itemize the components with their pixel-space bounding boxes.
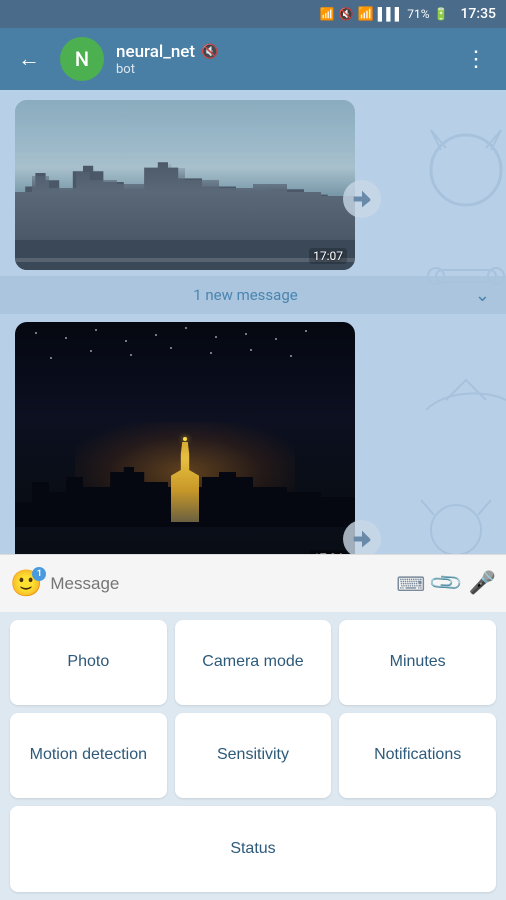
forward-button-2[interactable] [343,520,381,558]
contact-subtitle: bot [116,62,445,77]
motion-detection-button[interactable]: Motion detection [10,713,167,798]
status-icons: 📶 🔇 📶 ▌▌▌ 71% 🔋 [320,7,449,22]
contact-name: neural_net 🔇 [116,42,445,62]
attach-button[interactable]: 📎 [428,565,465,602]
status-button[interactable]: Status [10,806,496,892]
emoji-badge: 1 [32,567,46,581]
message-input-bar: 🙂 1 ⌨ 📎 🎤 [0,554,506,612]
mute-status-icon: 🔇 [339,7,354,21]
signal-icon: ▌▌▌ [378,7,404,21]
avatar: N [60,37,104,81]
new-message-text: 1 new message [193,286,298,304]
more-button[interactable]: ⋮ [457,39,496,80]
chat-header: ← N neural_net 🔇 bot ⋮ [0,28,506,90]
bot-buttons-panel: Photo Camera mode Minutes Motion detecti… [0,612,506,900]
mute-icon: 🔇 [201,44,218,60]
minutes-button[interactable]: Minutes [339,620,496,705]
mic-button[interactable]: 🎤 [469,571,496,596]
battery-icon: 🔋 [434,7,449,21]
battery-level: 71% [407,7,429,21]
sensitivity-button[interactable]: Sensitivity [175,713,332,798]
message-image-2: 17:34 [15,322,355,572]
new-message-divider: 1 new message ⌄ [0,276,506,314]
bluetooth-icon: 📶 [320,7,335,21]
camera-mode-button[interactable]: Camera mode [175,620,332,705]
emoji-button[interactable]: 🙂 1 [10,569,42,599]
status-time: 17:35 [460,6,496,22]
photo-button[interactable]: Photo [10,620,167,705]
keyboard-button[interactable]: ⌨ [396,572,425,596]
wifi-icon: 📶 [358,7,374,22]
message-image-1: 17:07 [15,100,355,270]
message-input[interactable] [50,574,388,594]
image-1-timestamp: 17:07 [309,248,347,264]
chevron-down-icon[interactable]: ⌄ [475,285,490,306]
notifications-button[interactable]: Notifications [339,713,496,798]
header-info: neural_net 🔇 bot [116,42,445,77]
back-button[interactable]: ← [10,38,48,80]
forward-button-1[interactable] [343,180,381,218]
status-bar: 📶 🔇 📶 ▌▌▌ 71% 🔋 17:35 [0,0,506,28]
